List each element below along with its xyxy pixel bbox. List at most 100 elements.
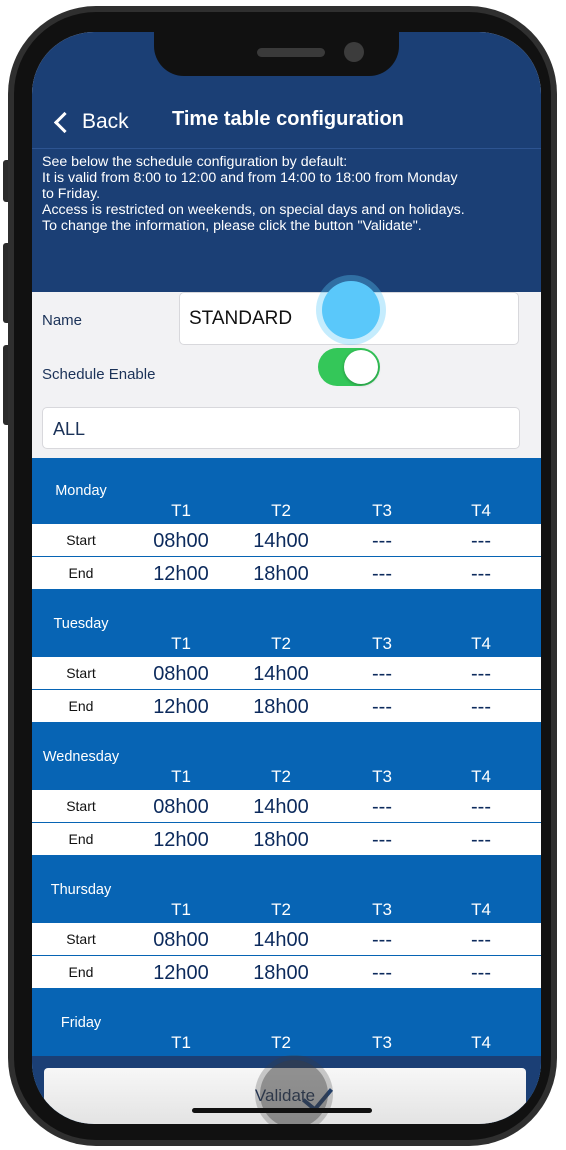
column-header: T4 (471, 634, 491, 653)
time-cell[interactable]: 08h00 (136, 796, 226, 819)
start-label: Start (66, 532, 96, 548)
time-cell[interactable]: 14h00 (236, 663, 326, 686)
time-cell[interactable]: 14h00 (236, 929, 326, 952)
time-cell[interactable]: --- (337, 696, 427, 719)
column-header: T3 (372, 900, 392, 919)
column-header: T2 (271, 900, 291, 919)
day-name: Friday (60, 1015, 102, 1031)
intro-line: To change the information, please click … (42, 218, 422, 234)
touch-indicator-validate (260, 1060, 328, 1124)
time-cell[interactable]: --- (337, 563, 427, 586)
form-area: Name STANDARD Schedule Enable ALL (32, 292, 541, 458)
back-button[interactable]: Back (52, 106, 129, 138)
time-cell[interactable]: 18h00 (236, 563, 326, 586)
schedule-enable-toggle[interactable] (318, 348, 380, 386)
time-cell[interactable]: --- (337, 796, 427, 819)
time-cell[interactable]: --- (337, 663, 427, 686)
column-header: T3 (372, 634, 392, 653)
touch-indicator (322, 281, 380, 339)
table-row: End 12h00 18h00 --- --- (32, 823, 541, 855)
time-cell[interactable]: 12h00 (136, 563, 226, 586)
time-cell[interactable]: 14h00 (236, 796, 326, 819)
end-label: End (68, 565, 94, 581)
day-block-monday: Monday T1 T2 T3 T4 Start 08h00 14h00 --- --- End 12… (32, 458, 541, 591)
intro-line: See below the schedule configuration by … (42, 154, 348, 170)
table-row: End 12h00 18h00 --- --- (32, 557, 541, 589)
time-cell[interactable]: 12h00 (136, 696, 226, 719)
time-cell[interactable]: --- (436, 696, 526, 719)
time-cell[interactable]: 08h00 (136, 530, 226, 553)
column-header: T1 (171, 634, 191, 653)
column-header: T2 (271, 1033, 291, 1052)
speaker (257, 48, 325, 57)
intro-line: Access is restricted on weekends, on spe… (42, 202, 465, 218)
column-header: T1 (171, 767, 191, 786)
column-header: T3 (372, 501, 392, 520)
day-name: Monday (55, 483, 107, 499)
time-cell[interactable]: --- (337, 929, 427, 952)
day-schedule-list: Monday T1 T2 T3 T4 Start 08h00 14h00 --- --- End 12… (32, 458, 541, 1123)
toggle-knob (344, 350, 378, 384)
column-header: T4 (471, 501, 491, 520)
time-cell[interactable]: --- (436, 962, 526, 985)
column-header: T1 (171, 1033, 191, 1052)
day-name: Thursday (50, 882, 112, 898)
time-cell[interactable]: --- (436, 530, 526, 553)
column-header: T2 (271, 634, 291, 653)
column-header: T3 (372, 767, 392, 786)
start-label: Start (66, 798, 96, 814)
time-cell[interactable]: --- (436, 796, 526, 819)
home-indicator (192, 1108, 372, 1113)
column-header: T4 (471, 767, 491, 786)
day-block-tuesday: Tuesday T1 T2 T3 T4 Start 08h00 14h00 --- --- End 1… (32, 591, 541, 724)
column-header: T4 (471, 1033, 491, 1052)
day-block-wednesday: Wednesday T1 T2 T3 T4 Start 08h00 14h00 --- --- En… (32, 724, 541, 857)
time-cell[interactable]: --- (436, 663, 526, 686)
time-cell[interactable]: --- (436, 563, 526, 586)
end-label: End (68, 698, 94, 714)
camera (344, 42, 364, 62)
table-row: Start 08h00 14h00 --- --- (32, 923, 541, 955)
time-cell[interactable]: --- (337, 530, 427, 553)
day-block-thursday: Thursday T1 T2 T3 T4 Start 08h00 14h00 --- --- End… (32, 857, 541, 990)
table-row: Start 08h00 14h00 --- --- (32, 524, 541, 556)
end-label: End (68, 831, 94, 847)
time-cell[interactable]: 08h00 (136, 663, 226, 686)
column-header: T1 (171, 501, 191, 520)
time-cell[interactable]: 18h00 (236, 829, 326, 852)
time-cell[interactable]: 08h00 (136, 929, 226, 952)
start-label: Start (66, 931, 96, 947)
intro-line: to Friday. (42, 186, 101, 202)
time-cell[interactable]: 18h00 (236, 962, 326, 985)
notch (154, 30, 399, 76)
nav-divider (32, 148, 541, 149)
column-header: T2 (271, 501, 291, 520)
chevron-left-icon (53, 111, 76, 133)
table-row: Start 08h00 14h00 --- --- (32, 657, 541, 689)
table-row: Start 08h00 14h00 --- --- (32, 790, 541, 822)
time-cell[interactable]: 14h00 (236, 530, 326, 553)
time-cell[interactable]: --- (337, 829, 427, 852)
intro-line: It is valid from 8:00 to 12:00 and from … (42, 170, 458, 186)
schedule-enable-label: Schedule Enable (42, 366, 156, 383)
end-label: End (68, 964, 94, 980)
back-label: Back (82, 110, 129, 133)
time-cell[interactable]: --- (337, 962, 427, 985)
table-row: End 12h00 18h00 --- --- (32, 690, 541, 722)
column-header: T4 (471, 900, 491, 919)
screen: Back Time table configuration See below … (32, 32, 541, 1124)
start-label: Start (66, 665, 96, 681)
time-cell[interactable]: 12h00 (136, 962, 226, 985)
name-label: Name (42, 312, 83, 329)
day-name: Tuesday (53, 616, 109, 632)
column-header: T2 (271, 767, 291, 786)
time-cell[interactable]: 12h00 (136, 829, 226, 852)
all-selector[interactable]: ALL (42, 407, 520, 449)
time-cell[interactable]: --- (436, 829, 526, 852)
page-title: Time table configuration (172, 108, 404, 130)
time-cell[interactable]: 18h00 (236, 696, 326, 719)
table-row: End 12h00 18h00 --- --- (32, 956, 541, 988)
time-cell[interactable]: --- (436, 929, 526, 952)
column-header: T1 (171, 900, 191, 919)
column-header: T3 (372, 1033, 392, 1052)
